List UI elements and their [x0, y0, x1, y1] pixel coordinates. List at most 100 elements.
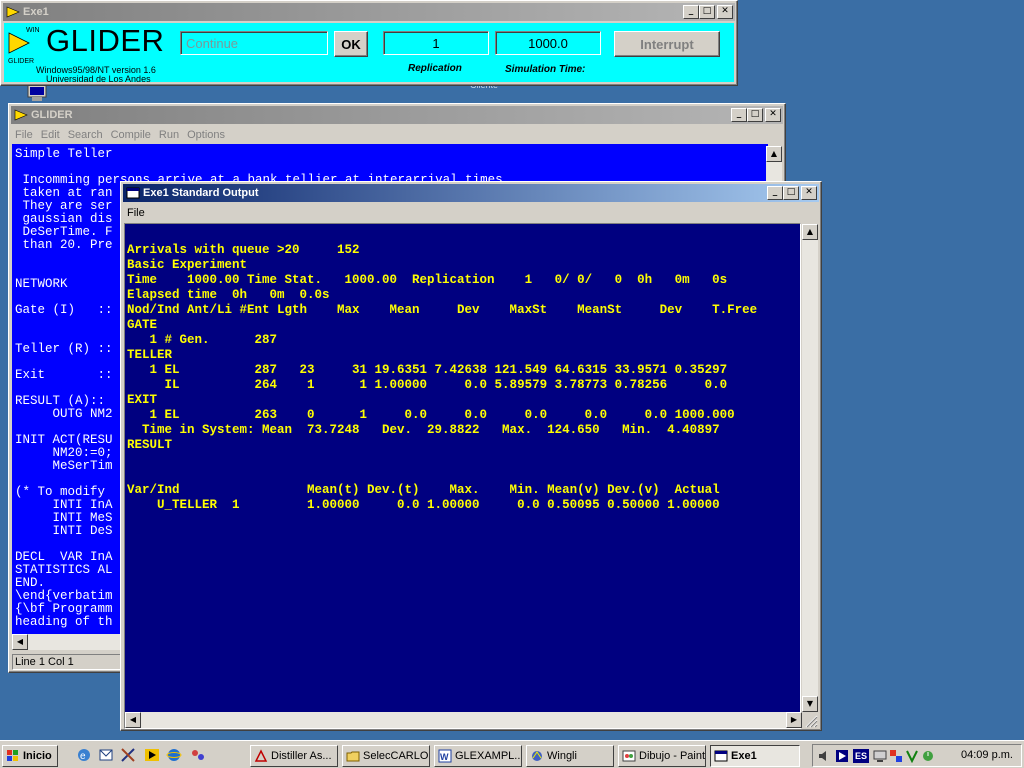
close-button[interactable]: ✕	[801, 186, 817, 200]
minimize-button[interactable]: _	[767, 186, 783, 200]
exe1-control-window: Exe1 _ □ ✕ WIN GLIDER GLIDER Windows95/9…	[0, 0, 738, 86]
menu-run[interactable]: Run	[157, 129, 185, 141]
logo-text-top: WIN	[26, 27, 40, 34]
wingli-icon	[532, 751, 542, 761]
output-line: 1 # Gen. 287	[127, 333, 278, 347]
simulation-time-field: 1000.0	[495, 31, 601, 55]
output-line: GATE	[127, 318, 158, 332]
exe1-title: Exe1	[23, 6, 49, 18]
svg-text:e: e	[80, 751, 86, 762]
output-text-area[interactable]: Arrivals with queue >20 152 Basic Experim…	[124, 223, 801, 729]
maximize-button[interactable]: □	[783, 186, 799, 200]
browser-icon[interactable]	[166, 747, 182, 763]
exe1-titlebar[interactable]: Exe1 _ □ ✕	[3, 3, 735, 21]
maximize-button[interactable]: □	[747, 108, 763, 122]
output-vertical-scrollbar[interactable]: ▲ ▼	[802, 224, 818, 712]
task-exe1[interactable]: Exe1	[710, 745, 800, 767]
windows-logo-icon	[7, 750, 18, 761]
scroll-left-icon[interactable]: ◀	[125, 712, 141, 728]
menu-options[interactable]: Options	[185, 129, 231, 141]
menu-file[interactable]: File	[13, 129, 39, 141]
menu-edit[interactable]: Edit	[39, 129, 66, 141]
simulation-time-label: Simulation Time:	[505, 64, 586, 75]
output-line: RESULT	[127, 438, 173, 452]
code-line: MeSerTim	[15, 459, 113, 473]
svg-text:W: W	[440, 752, 449, 762]
start-button[interactable]: Inicio	[2, 745, 58, 767]
scroll-down-icon[interactable]: ▼	[802, 696, 818, 712]
clock-app-icon[interactable]	[921, 749, 935, 763]
output-line: Basic Experiment	[127, 258, 248, 272]
paint-icon	[622, 750, 636, 762]
antivirus-icon[interactable]	[905, 749, 919, 763]
media-icon[interactable]	[144, 747, 160, 763]
glider-app-icon	[14, 108, 28, 122]
desktop-computer-icon[interactable]	[22, 85, 52, 103]
media-player-icon[interactable]	[835, 749, 849, 763]
scroll-right-icon[interactable]: ▶	[786, 712, 802, 728]
output-line: EXIT	[127, 393, 158, 407]
monitor-icon[interactable]	[873, 749, 887, 763]
close-button[interactable]: ✕	[717, 5, 733, 19]
code-line: Teller (R) ::	[15, 342, 113, 356]
internet-explorer-icon[interactable]: e	[76, 747, 92, 763]
task-label: Exe1	[731, 750, 757, 762]
scroll-up-icon[interactable]: ▲	[802, 224, 818, 240]
task-glexampl[interactable]: W GLEXAMPL...	[434, 745, 522, 767]
task-distiller[interactable]: Distiller As...	[250, 745, 338, 767]
code-line: Exit ::	[15, 368, 113, 382]
code-line: NETWORK	[15, 277, 68, 291]
network-icon[interactable]	[190, 747, 206, 763]
volume-icon[interactable]	[817, 749, 831, 763]
scroll-up-icon[interactable]: ▲	[766, 146, 782, 162]
logo-text-bottom: GLIDER	[8, 58, 34, 65]
output-line: Arrivals with queue >20 152	[127, 243, 360, 257]
continue-input[interactable]: Continue	[180, 31, 328, 55]
task-wingli[interactable]: Wingli	[526, 745, 614, 767]
output-line: Nod/Ind Ant/Li #Ent Lgth Max Mean Dev Ma…	[127, 303, 758, 317]
ok-button[interactable]: OK	[334, 31, 368, 57]
task-label: SelecCARLOS	[363, 750, 430, 762]
window-icon	[714, 750, 728, 762]
close-button[interactable]: ✕	[765, 108, 781, 122]
minimize-button[interactable]: _	[731, 108, 747, 122]
clock[interactable]: 04:09 p.m.	[961, 749, 1013, 761]
resize-grip-icon[interactable]	[804, 714, 818, 728]
task-label: Dibujo - Paint	[639, 750, 706, 762]
word-icon: W	[438, 749, 452, 763]
window-icon	[126, 186, 140, 200]
maximize-button[interactable]: □	[699, 5, 715, 19]
taskbar: Inicio e Distiller As... SelecCARLOS W G…	[0, 740, 1024, 768]
code-line: OUTG NM2	[15, 407, 113, 421]
outlook-icon[interactable]	[98, 747, 114, 763]
minimize-button[interactable]: _	[683, 5, 699, 19]
acrobat-icon	[254, 749, 268, 762]
glider-logo-icon: WIN GLIDER	[8, 27, 40, 65]
stdout-titlebar[interactable]: Exe1 Standard Output _ □ ✕	[123, 184, 819, 202]
tools-icon[interactable]	[120, 747, 136, 763]
menu-file[interactable]: File	[125, 207, 151, 219]
replication-label: Replication	[408, 63, 462, 74]
task-paint[interactable]: Dibujo - Paint	[618, 745, 706, 767]
language-indicator[interactable]: ES	[853, 749, 869, 763]
task-label: Distiller As...	[271, 750, 332, 762]
colors-icon[interactable]	[889, 749, 903, 763]
glider-titlebar[interactable]: GLIDER _ □ ✕	[11, 106, 783, 124]
output-horizontal-scrollbar[interactable]: ◀ ▶	[125, 712, 802, 728]
output-line: Time 1000.00 Time Stat. 1000.00 Replicat…	[127, 273, 728, 287]
output-line: U_TELLER 1 1.00000 0.0 1.00000 0.0 0.500…	[127, 498, 720, 512]
task-selec-carlos[interactable]: SelecCARLOS	[342, 745, 430, 767]
scroll-left-icon[interactable]: ◀	[12, 634, 28, 650]
menu-compile[interactable]: Compile	[109, 129, 157, 141]
menu-search[interactable]: Search	[66, 129, 109, 141]
output-line: 1 EL 263 0 1 0.0 0.0 0.0 0.0 0.0 1000.00…	[127, 408, 735, 422]
glider-title: GLIDER	[31, 109, 73, 121]
glider-app-icon	[6, 5, 20, 19]
output-line: TELLER	[127, 348, 173, 362]
code-line: INTI DeS	[15, 524, 113, 538]
stdout-menubar: File	[121, 204, 821, 222]
standard-output-window: Exe1 Standard Output _ □ ✕ File Arrivals…	[120, 181, 822, 731]
interrupt-button[interactable]: Interrupt	[614, 31, 720, 57]
code-line: Simple Teller	[15, 147, 113, 161]
output-line: Time in System: Mean 73.7248 Dev. 29.882…	[127, 423, 720, 437]
